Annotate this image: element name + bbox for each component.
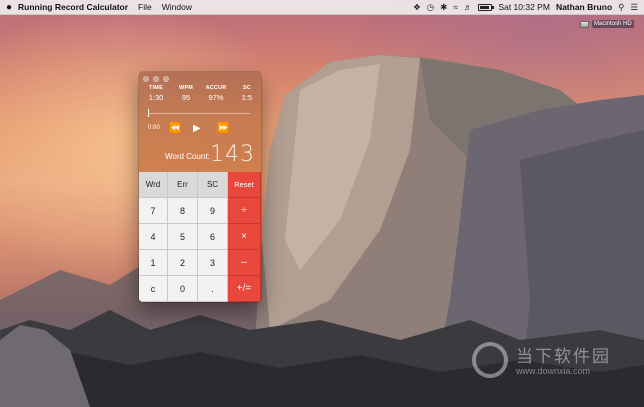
stat-time-label: TIME	[149, 85, 163, 91]
key-5[interactable]: 5	[168, 224, 198, 250]
volume-icon[interactable]: ♬	[464, 2, 473, 12]
hard-drive-icon	[580, 20, 589, 28]
timer-progress-track[interactable]	[148, 113, 250, 114]
stat-wpm: WPM 95	[174, 85, 198, 102]
key-7[interactable]: 7	[139, 198, 168, 224]
clear-key[interactable]: c	[139, 276, 168, 302]
desktop-hd-item[interactable]: Macintosh HD	[580, 17, 640, 31]
desktop-hd-label: Macintosh HD	[592, 20, 634, 28]
window-controls	[143, 76, 169, 82]
key-2[interactable]: 2	[168, 250, 198, 276]
apple-logo-icon[interactable]: ●	[0, 2, 18, 13]
wifi-icon[interactable]: ≈	[453, 2, 458, 12]
watermark-text: 当下软件园	[516, 347, 611, 367]
stat-wpm-value: 95	[181, 93, 191, 102]
menu-bar: ● Running Record Calculator File Window …	[0, 0, 644, 15]
menu-bar-tray: ❖ ◷ ✱ ≈ ♬ Sat 10:32 PM Nathan Bruno ⚲ ☰	[413, 2, 644, 13]
stat-time-value: 1:30	[148, 93, 164, 102]
calculator-display-panel: TIME 1:30 WPM 95 ACCUR 97% SC 1:5 0:00 ⏪…	[139, 72, 261, 172]
reset-key[interactable]: Reset	[228, 172, 261, 198]
elapsed-time: 0:00	[148, 125, 160, 131]
decimal-key[interactable]: .	[198, 276, 228, 302]
menu-window[interactable]: Window	[162, 2, 192, 12]
stat-sc: SC 1:5	[237, 85, 257, 102]
watermark-url: www.downxia.com	[516, 366, 591, 376]
multiply-key[interactable]: ×	[228, 224, 261, 250]
spotlight-search-icon[interactable]: ⚲	[618, 2, 624, 13]
bluetooth-icon[interactable]: ✱	[440, 2, 447, 13]
stat-accuracy: ACCUR 97%	[202, 85, 230, 102]
watermark-ring-icon	[472, 342, 508, 378]
menu-clock[interactable]: Sat 10:32 PM	[498, 2, 550, 12]
key-3[interactable]: 3	[198, 250, 228, 276]
zoom-window-button[interactable]	[163, 76, 169, 82]
key-9[interactable]: 9	[198, 198, 228, 224]
rewind-icon[interactable]: ⏪	[169, 122, 181, 136]
err-key[interactable]: Err	[168, 172, 198, 198]
stat-wpm-label: WPM	[178, 85, 194, 91]
stat-sc-value: 1:5	[241, 93, 253, 102]
add-equals-key[interactable]: +/=	[228, 276, 261, 302]
word-count-display: Word Count: 143	[139, 142, 261, 168]
minimize-window-button[interactable]	[153, 76, 159, 82]
stat-time: TIME 1:30	[144, 85, 168, 102]
stat-accuracy-label: ACCUR	[205, 85, 227, 91]
watermark-logo: 当下软件园 www.downxia.com	[470, 340, 640, 390]
app-menu-title[interactable]: Running Record Calculator	[18, 2, 128, 12]
key-0[interactable]: 0	[168, 276, 198, 302]
key-4[interactable]: 4	[139, 224, 168, 250]
word-count-label: Word Count:	[165, 152, 210, 161]
close-window-button[interactable]	[143, 76, 149, 82]
key-1[interactable]: 1	[139, 250, 168, 276]
time-machine-icon[interactable]: ◷	[427, 2, 434, 13]
menu-user[interactable]: Nathan Bruno	[556, 2, 612, 12]
playback-controls: 0:00 ⏪ ▶ ⏩	[139, 122, 261, 136]
running-record-calculator-window: TIME 1:30 WPM 95 ACCUR 97% SC 1:5 0:00 ⏪…	[139, 72, 261, 302]
stat-accuracy-value: 97%	[208, 93, 224, 102]
divide-key[interactable]: ÷	[228, 198, 261, 224]
sc-key[interactable]: SC	[198, 172, 228, 198]
subtract-key[interactable]: –	[228, 250, 261, 276]
menu-file[interactable]: File	[138, 2, 152, 12]
play-icon[interactable]: ▶	[193, 122, 201, 136]
key-8[interactable]: 8	[168, 198, 198, 224]
key-6[interactable]: 6	[198, 224, 228, 250]
battery-level-fill	[480, 5, 490, 9]
calculator-keypad: Wrd Err SC Reset 7 8 9 ÷ 4 5 6 × 1 2 3– c 0. +/=	[139, 172, 261, 302]
stats-row: TIME 1:30 WPM 95 ACCUR 97% SC 1:5	[139, 85, 261, 107]
wrd-key[interactable]: Wrd	[139, 172, 168, 198]
battery-icon[interactable]	[478, 3, 495, 11]
dropbox-icon[interactable]: ❖	[413, 2, 421, 13]
timer-progress-handle[interactable]	[148, 109, 149, 117]
word-count-value: 143	[210, 142, 255, 167]
fast-forward-icon[interactable]: ⏩	[217, 122, 229, 136]
notification-center-icon[interactable]: ☰	[630, 2, 638, 13]
stat-sc-label: SC	[242, 85, 252, 91]
